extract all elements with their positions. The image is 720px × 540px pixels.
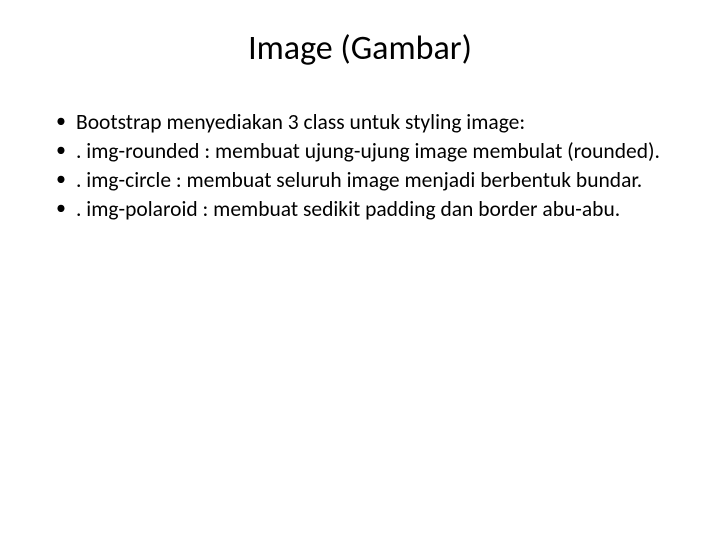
list-item: . img-circle : membuat seluruh image men… bbox=[50, 167, 670, 194]
slide-title: Image (Gambar) bbox=[50, 28, 670, 69]
list-item: . img-polaroid : membuat sedikit padding… bbox=[50, 196, 670, 223]
bullet-list: Bootstrap menyediakan 3 class untuk styl… bbox=[50, 109, 670, 223]
slide: Image (Gambar) Bootstrap menyediakan 3 c… bbox=[0, 0, 720, 540]
list-item: Bootstrap menyediakan 3 class untuk styl… bbox=[50, 109, 670, 136]
list-item: . img-rounded : membuat ujung-ujung imag… bbox=[50, 138, 670, 165]
